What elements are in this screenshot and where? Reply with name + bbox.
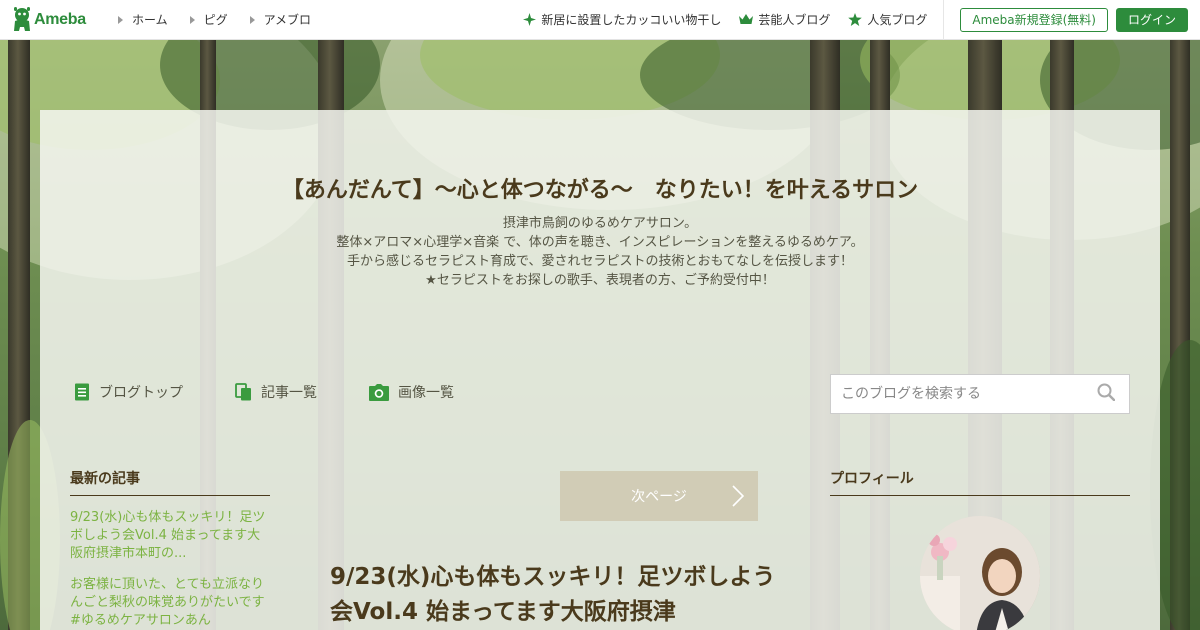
profile-heading: プロフィール (830, 468, 1130, 496)
blog-description-line: 摂津市鳥飼のゆるめケアサロン。 (502, 216, 698, 231)
crown-icon (739, 14, 754, 24)
document-icon (75, 383, 89, 401)
nav-popular-blog-link[interactable]: 人気ブログ (848, 11, 927, 28)
blog-top-link[interactable]: ブログトップ (74, 382, 183, 402)
latest-article-item[interactable]: お客様に頂いた、とても立派なりんごと梨秋の味覚ありがたいです#ゆるめケアサロンあ… (70, 576, 270, 630)
blog-description-line: ★セラピストをお探しの歌手、表現者の方、ご予約受付中！ (425, 273, 775, 288)
global-nav-right: 新居に設置したカッコいい物干し 芸能人ブログ 人気ブログ Ameba新規登録(無… (523, 0, 1200, 40)
register-button[interactable]: Ameba新規登録(無料) (960, 7, 1108, 32)
next-page-label: 次ページ (631, 489, 687, 505)
nav-featured-link[interactable]: 新居に設置したカッコいい物干し (523, 11, 721, 28)
triangle-right-icon (118, 15, 123, 24)
profile-section: プロフィール (830, 468, 1130, 630)
blog-nav: ブログトップ 記事一覧 画像一覧 (74, 382, 506, 402)
global-nav-left: ホーム ピグ アメブロ (118, 11, 333, 28)
search-icon[interactable] (1097, 383, 1116, 405)
blog-search-box (830, 374, 1130, 414)
next-page-button[interactable]: 次ページ (560, 471, 758, 521)
nav-pigg-link[interactable]: ピグ (189, 11, 228, 28)
latest-articles-heading: 最新の記事 (70, 468, 270, 496)
login-button[interactable]: ログイン (1115, 7, 1188, 32)
post-title[interactable]: 9/23(水)心も体もスッキリ！足ツボしよう会Vol.4 始まってます大阪府摂津 (330, 560, 780, 630)
blog-description: 摂津市鳥飼のゆるめケアサロン。 整体×アロマ×心理学×音楽 で、体の声を聴き、イ… (40, 214, 1160, 290)
blog-title[interactable]: 【あんだんて】～心と体つながる～ なりたい！を叶えるサロン (40, 172, 1160, 204)
global-header: Ameba ホーム ピグ アメブロ 新居に設置したカッコいい物干し 芸能人ブログ… (0, 0, 1200, 40)
nav-home-link[interactable]: ホーム (118, 11, 168, 28)
blog-description-line: 整体×アロマ×心理学×音楽 で、体の声を聴き、インスピレーションを整えるゆるめケ… (336, 235, 864, 250)
blog-description-line: 手から感じるセラピスト育成で、愛されセラピストの技術とおもてなしを伝授します！ (347, 254, 853, 269)
nav-celebrity-blog-link[interactable]: 芸能人ブログ (739, 11, 830, 28)
ameba-mascot-icon (12, 6, 32, 33)
image-list-link[interactable]: 画像一覧 (369, 382, 454, 402)
header-divider (943, 0, 945, 40)
camera-icon (369, 383, 389, 401)
blog-content-panel: 【あんだんて】～心と体つながる～ なりたい！を叶えるサロン 摂津市鳥飼のゆるめケ… (40, 110, 1160, 630)
latest-articles: 最新の記事 9/23(水)心も体もスッキリ！足ツボしよう会Vol.4 始まってま… (70, 468, 270, 630)
ameba-logo[interactable]: Ameba (12, 6, 100, 33)
logo-text: Ameba (34, 10, 86, 28)
chevron-right-icon (732, 485, 744, 507)
copy-icon (235, 383, 251, 401)
triangle-right-icon (249, 15, 255, 24)
nav-ameblo-link[interactable]: アメブロ (249, 11, 311, 28)
star-icon (848, 13, 863, 26)
latest-article-item[interactable]: 9/23(水)心も体もスッキリ！足ツボしよう会Vol.4 始まってます大阪府摂津… (70, 509, 270, 563)
article-list-link[interactable]: 記事一覧 (235, 382, 317, 402)
sparkle-icon (523, 13, 537, 26)
triangle-right-icon (189, 15, 195, 24)
blog-search-input[interactable] (831, 375, 1097, 413)
avatar[interactable] (920, 516, 1040, 630)
